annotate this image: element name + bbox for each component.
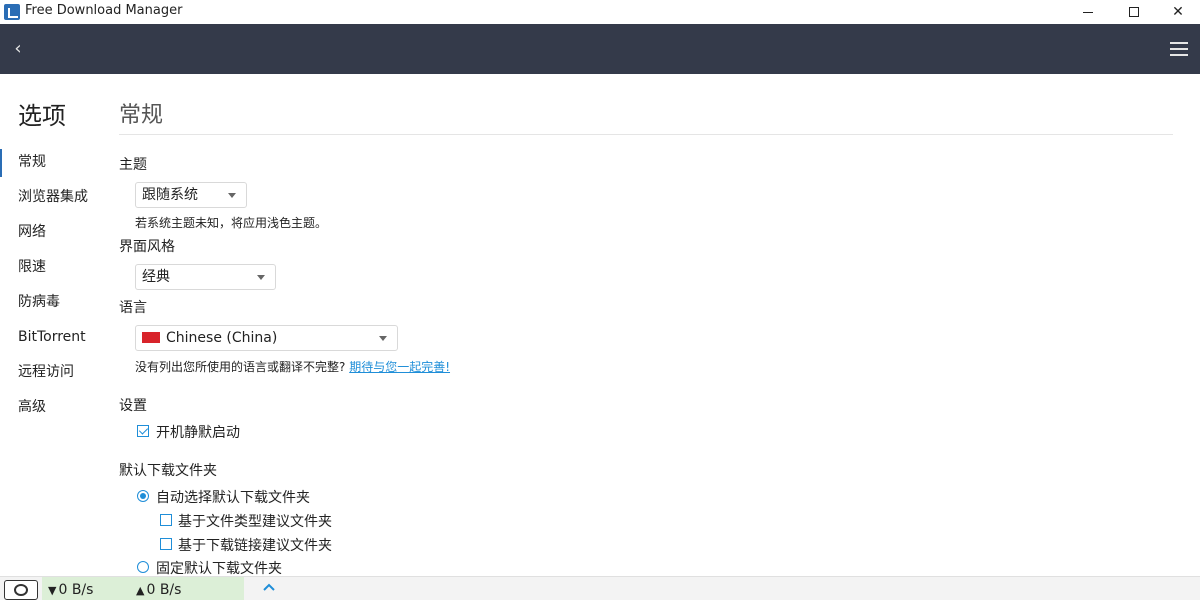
download-speed-value: 0 B/s <box>58 582 94 598</box>
sidebar-title: 选项 <box>18 102 66 130</box>
style-select-value: 经典 <box>142 269 170 285</box>
suggest-by-type-checkbox[interactable] <box>160 514 172 526</box>
upload-arrow-icon: ▲ <box>136 584 145 597</box>
app-logo-icon <box>4 4 20 20</box>
sidebar-item-antivirus[interactable]: 防病毒 <box>0 286 110 321</box>
status-bar: ▼ 0 B/s ▲ 0 B/s <box>0 576 1200 600</box>
window-title: Free Download Manager <box>25 3 183 18</box>
chevron-down-icon <box>257 275 265 280</box>
title-bar: Free Download Manager ✕ <box>0 0 1200 24</box>
theme-hint: 若系统主题未知，将应用浅色主题。 <box>135 216 328 230</box>
title-divider <box>119 134 1173 135</box>
close-icon: ✕ <box>1172 4 1184 20</box>
language-label: 语言 <box>119 300 147 316</box>
sidebar-item-remote-access[interactable]: 远程访问 <box>0 356 110 391</box>
suggest-by-link-label[interactable]: 基于下载链接建议文件夹 <box>178 535 332 555</box>
sidebar-item-browser-integration[interactable]: 浏览器集成 <box>0 181 110 216</box>
maximize-button[interactable] <box>1112 0 1156 24</box>
auto-select-folder-radio[interactable] <box>137 490 149 502</box>
theme-select-value: 跟随系统 <box>142 187 198 203</box>
auto-select-folder-label[interactable]: 自动选择默认下载文件夹 <box>156 487 310 507</box>
download-speed: ▼ 0 B/s <box>48 582 93 598</box>
language-select-value: Chinese (China) <box>166 330 278 346</box>
upload-speed-value: 0 B/s <box>146 582 182 598</box>
sidebar-item-advanced[interactable]: 高级 <box>0 391 110 426</box>
style-select[interactable]: 经典 <box>135 264 276 290</box>
snail-icon <box>14 584 28 596</box>
china-flag-icon <box>142 331 160 343</box>
maximize-icon <box>1129 7 1139 17</box>
menu-icon[interactable] <box>1170 42 1188 56</box>
sidebar-item-general[interactable]: 常规 <box>0 146 110 181</box>
fixed-folder-radio[interactable] <box>137 561 149 573</box>
settings-label: 设置 <box>119 398 147 414</box>
close-button[interactable]: ✕ <box>1156 0 1200 24</box>
silent-start-checkbox[interactable] <box>137 425 149 437</box>
app-header: ‹ <box>0 24 1200 74</box>
theme-select[interactable]: 跟随系统 <box>135 182 247 208</box>
theme-label: 主题 <box>119 157 147 173</box>
speed-panel[interactable]: ▼ 0 B/s ▲ 0 B/s <box>42 577 275 600</box>
sidebar-item-speed-limit[interactable]: 限速 <box>0 251 110 286</box>
translate-help-link[interactable]: 期待与您一起完善! <box>349 360 450 374</box>
download-arrow-icon: ▼ <box>48 584 57 597</box>
chevron-up-icon[interactable] <box>262 580 276 594</box>
language-hint-text: 没有列出您所使用的语言或翻译不完整? <box>135 360 346 374</box>
back-icon[interactable]: ‹ <box>8 39 28 59</box>
minimize-icon <box>1083 11 1093 13</box>
suggest-by-link-checkbox[interactable] <box>160 538 172 550</box>
sidebar-item-bittorrent[interactable]: BitTorrent <box>0 321 110 356</box>
sidebar: 常规 浏览器集成 网络 限速 防病毒 BitTorrent 远程访问 高级 <box>0 146 110 426</box>
chevron-down-icon <box>228 193 236 198</box>
style-label: 界面风格 <box>119 239 175 255</box>
language-select[interactable]: Chinese (China) <box>135 325 398 351</box>
language-hint: 没有列出您所使用的语言或翻译不完整? 期待与您一起完善! <box>135 358 450 375</box>
upload-speed: ▲ 0 B/s <box>136 582 181 598</box>
chevron-down-icon <box>379 336 387 341</box>
silent-start-label[interactable]: 开机静默启动 <box>156 422 240 442</box>
download-folder-label: 默认下载文件夹 <box>119 463 217 479</box>
fixed-folder-label[interactable]: 固定默认下载文件夹 <box>156 558 282 578</box>
minimize-button[interactable] <box>1066 0 1110 24</box>
sidebar-item-network[interactable]: 网络 <box>0 216 110 251</box>
page-title: 常规 <box>119 103 164 128</box>
suggest-by-type-label[interactable]: 基于文件类型建议文件夹 <box>178 511 332 531</box>
snail-mode-button[interactable] <box>4 580 38 600</box>
